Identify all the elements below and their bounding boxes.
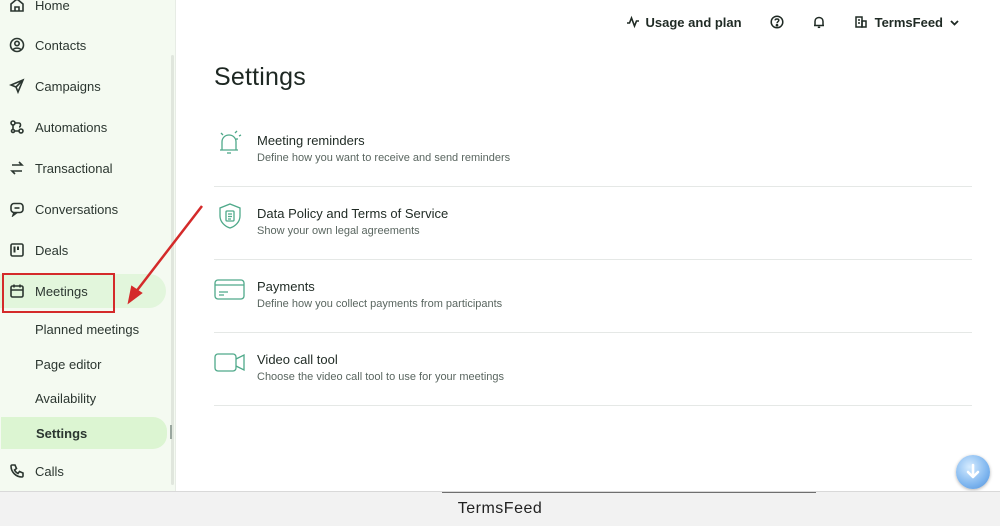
send-icon (9, 78, 25, 94)
credit-card-icon (214, 274, 246, 304)
kanban-icon (9, 242, 25, 258)
sidebar-item-label: Home (35, 0, 70, 13)
bell-icon (813, 16, 824, 29)
sidebar-subitem-page-editor[interactable]: Page editor (0, 348, 166, 380)
sidebar-item-contacts[interactable]: Contacts (0, 28, 166, 62)
help-button[interactable] (770, 15, 784, 29)
sidebar-scrollbar[interactable] (171, 55, 174, 485)
video-camera-icon (214, 347, 246, 377)
row-description: Show your own legal agreements (257, 225, 420, 237)
usage-and-plan-button[interactable]: Usage and plan (626, 15, 742, 30)
row-description: Define how you want to receive and send … (257, 152, 511, 164)
row-title: Video call tool (257, 352, 338, 367)
bell-reminder-icon (214, 128, 246, 158)
sidebar-subitem-settings[interactable]: Settings (1, 417, 167, 449)
sidebar-item-home[interactable]: Home (0, 0, 166, 22)
sidebar-item-label: Contacts (35, 37, 87, 53)
row-description: Define how you collect payments from par… (257, 298, 503, 310)
sidebar-item-conversations[interactable]: Conversations (0, 192, 166, 226)
row-description: Choose the video call tool to use for yo… (257, 371, 505, 383)
settings-row-meeting-reminders[interactable]: Meeting reminders Define how you want to… (214, 114, 972, 187)
arrow-down-icon (966, 463, 980, 479)
sidebar-subitem-planned-meetings[interactable]: Planned meetings (0, 313, 166, 345)
sidebar-item-transactional[interactable]: Transactional (0, 151, 166, 185)
account-name: TermsFeed (874, 14, 943, 30)
chat-icon (9, 201, 25, 217)
sidebar-item-automations[interactable]: Automations (0, 110, 166, 144)
footer-divider (442, 492, 816, 493)
sidebar-item-deals[interactable]: Deals (0, 233, 166, 267)
contacts-icon (9, 37, 25, 53)
settings-row-data-policy[interactable]: Data Policy and Terms of Service Show yo… (214, 187, 972, 260)
shield-document-icon (214, 201, 246, 231)
footer-brand: TermsFeed (457, 500, 543, 517)
transfer-arrows-icon (9, 160, 25, 176)
usage-and-plan-label: Usage and plan (645, 14, 742, 30)
sidebar-item-label: Campaigns (35, 78, 101, 94)
help-icon (770, 15, 784, 29)
sidebar-item-label: Calls (35, 463, 64, 479)
sidebar-subitem-availability[interactable]: Availability (0, 382, 166, 414)
notifications-button[interactable] (812, 15, 826, 29)
chevron-down-icon (950, 19, 959, 26)
row-title: Meeting reminders (257, 133, 365, 148)
building-icon (854, 16, 867, 28)
phone-icon (9, 463, 25, 479)
top-bar: Usage and plan TermsFeed (626, 10, 960, 34)
account-menu[interactable]: TermsFeed (854, 15, 960, 30)
automation-icon (9, 119, 25, 135)
page-title: Settings (214, 63, 306, 91)
home-icon (9, 0, 25, 13)
sidebar-item-label: Conversations (35, 201, 119, 217)
settings-row-video-call-tool[interactable]: Video call tool Choose the video call to… (214, 333, 972, 406)
settings-row-payments[interactable]: Payments Define how you collect payments… (214, 260, 972, 333)
row-title: Payments (257, 279, 315, 294)
sidebar-item-calls[interactable]: Calls (0, 454, 166, 488)
sidebar-item-label: Transactional (35, 160, 113, 176)
sidebar: Home Contacts Campaigns Automations Tran… (0, 0, 176, 491)
sidebar-item-campaigns[interactable]: Campaigns (0, 69, 166, 103)
activity-icon (626, 15, 639, 29)
active-indicator (170, 425, 172, 439)
sidebar-item-label: Deals (35, 242, 69, 258)
sidebar-item-label: Automations (35, 119, 108, 135)
footer-watermark: TermsFeed (0, 491, 1000, 526)
highlight-annotation-box (2, 273, 115, 313)
scroll-down-button[interactable] (956, 455, 990, 489)
row-title: Data Policy and Terms of Service (257, 206, 449, 221)
